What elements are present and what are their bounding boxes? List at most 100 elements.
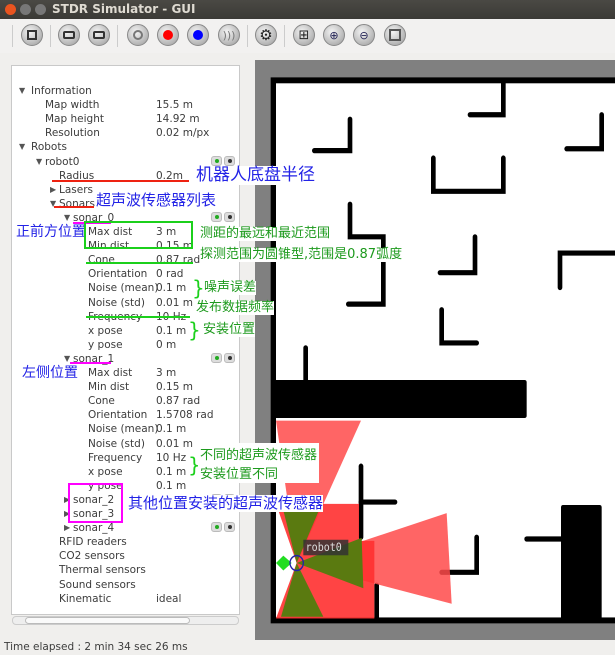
- tree-row-noise-mean-[interactable]: Noise (mean) 0.1 m: [12, 422, 240, 436]
- tree-label: Cone: [88, 395, 115, 408]
- expand-arrow-icon[interactable]: ▼: [19, 140, 25, 154]
- load-robot-icon[interactable]: [88, 24, 110, 46]
- tree-row-map-height[interactable]: Map height 14.92 m: [12, 112, 240, 126]
- tree-row-robots[interactable]: ▼ Robots: [12, 140, 240, 154]
- tree-label: Noise (std): [88, 296, 145, 309]
- tree-value: 0.1 m: [156, 479, 187, 492]
- add-rfid-icon[interactable]: [127, 24, 149, 46]
- fullscreen-icon[interactable]: [384, 24, 406, 46]
- expand-arrow-icon[interactable]: ▼: [36, 155, 42, 169]
- close-window-button[interactable]: [5, 4, 16, 15]
- annotation-diff-line1: 不同的超声波传感器: [200, 448, 318, 463]
- expand-arrow-icon[interactable]: ▶: [64, 521, 70, 535]
- tree-value: 0.1 m: [156, 282, 187, 295]
- properties-tree[interactable]: ▼ Information Map width 15.5 m Map height 14.…: [11, 65, 240, 615]
- tree-value: 0 m: [156, 338, 177, 351]
- robot-label: robot0: [306, 542, 342, 555]
- tree-label: RFID readers: [59, 536, 127, 549]
- tree-label: Map height: [45, 113, 104, 126]
- visibility-eye-icon[interactable]: [211, 522, 222, 533]
- expand-arrow-icon[interactable]: ▼: [50, 197, 56, 211]
- minimize-window-button[interactable]: [20, 4, 31, 15]
- tree-row-min-dist[interactable]: Min dist 0.15 m: [12, 380, 240, 394]
- tree-label: Map width: [45, 99, 100, 112]
- tree-label: Orientation: [88, 409, 148, 422]
- visualize-eye-icon[interactable]: [224, 352, 235, 363]
- status-bar: Time elapsed : 2 min 34 sec 26 ms: [4, 641, 188, 653]
- tree-label: Robots: [31, 141, 67, 154]
- map-view[interactable]: robot0: [255, 60, 615, 640]
- visibility-eye-icon[interactable]: [211, 352, 222, 363]
- expand-arrow-icon[interactable]: ▶: [50, 183, 56, 197]
- tree-value: 3 m: [156, 367, 177, 379]
- visibility-eye-icon[interactable]: [211, 155, 222, 166]
- expand-arrow-icon[interactable]: ▼: [19, 84, 25, 98]
- visualize-eye-icon[interactable]: [224, 211, 235, 222]
- annotation-frequency: 发布数据频率: [196, 300, 275, 316]
- visualize-eye-icon[interactable]: [224, 155, 235, 166]
- grid-icon[interactable]: ⊞: [293, 24, 315, 46]
- tree-row-sound-sensors[interactable]: Sound sensors: [12, 578, 240, 592]
- tree-label: Sound sensors: [59, 578, 136, 591]
- tree-label: Frequency: [88, 451, 143, 464]
- window-title: STDR Simulator - GUI: [52, 2, 196, 16]
- tree-row-y-pose[interactable]: y pose 0 m: [12, 338, 240, 352]
- annotation-noise: 噪声误差: [204, 280, 257, 296]
- tree-label: Lasers: [59, 183, 94, 196]
- tree-label: x pose: [88, 465, 123, 478]
- tree-row-sonar-1[interactable]: ▼ sonar_1: [12, 352, 240, 366]
- tree-label: Noise (std): [88, 437, 145, 450]
- visualize-eye-icon[interactable]: [224, 522, 235, 533]
- tree-row-kinematic[interactable]: Kinematic ideal: [12, 592, 240, 606]
- sonars-underline: [54, 206, 94, 208]
- tree-label: Min dist: [88, 381, 130, 394]
- visibility-toggles: [211, 522, 237, 536]
- add-thermal-blue-icon[interactable]: [187, 24, 209, 46]
- horizontal-scrollbar[interactable]: [12, 616, 239, 625]
- zoom-out-icon[interactable]: ⊖: [353, 24, 375, 46]
- tree-value: 15.5 m: [156, 99, 193, 112]
- maximize-window-button[interactable]: [35, 4, 46, 15]
- tree-row-resolution[interactable]: Resolution 0.02 m/px: [12, 126, 240, 140]
- tree-label: CO2 sensors: [59, 550, 125, 563]
- tree-label: Orientation: [88, 268, 148, 281]
- tree-value: 0 rad: [156, 268, 184, 281]
- tree-row-map-width[interactable]: Map width 15.5 m: [12, 98, 240, 112]
- annotation-range: 测距的最远和最近范围: [200, 226, 331, 242]
- add-robot-icon[interactable]: [58, 24, 80, 46]
- tree-value: ideal: [156, 592, 182, 605]
- tree-label: sonar_4: [73, 522, 115, 535]
- tree-value: 0.1 m: [156, 324, 187, 337]
- visibility-eye-icon[interactable]: [211, 211, 222, 222]
- tree-row-rfid-readers[interactable]: RFID readers: [12, 535, 240, 549]
- annotation-front: 正前方位置: [16, 224, 86, 241]
- settings-gear-icon[interactable]: ⚙: [255, 24, 277, 46]
- annotation-diff: 不同的超声波传感器 安装位置不同: [198, 443, 320, 483]
- frequency-underline: [86, 316, 190, 318]
- add-co2-red-icon[interactable]: [157, 24, 179, 46]
- pose-brace: }: [188, 318, 201, 342]
- add-sound-icon[interactable]: ))): [218, 24, 240, 46]
- expand-arrow-icon[interactable]: ▼: [64, 211, 70, 225]
- tree-row-thermal-sensors[interactable]: Thermal sensors: [12, 563, 240, 577]
- annotation-others: 其他位置安装的超声波传感器: [128, 494, 324, 512]
- tree-label: Noise (mean): [88, 423, 159, 436]
- tree-value: 0.01 m: [156, 296, 193, 309]
- tree-row-sonar-4[interactable]: ▶ sonar_4: [12, 521, 240, 535]
- wall-block: [273, 379, 527, 419]
- tree-row-co2-sensors[interactable]: CO2 sensors: [12, 549, 240, 563]
- tree-value: 0.1 m: [156, 423, 187, 436]
- tree-value: 0.01 m: [156, 437, 193, 450]
- tree-row-information[interactable]: ▼ Information: [12, 84, 240, 98]
- tree-row-cone[interactable]: Cone 0.87 rad: [12, 394, 240, 408]
- annotation-pose: 安装位置: [203, 322, 256, 338]
- noise-brace: }: [192, 276, 205, 300]
- tree-label: Noise (mean): [88, 282, 159, 295]
- toolbar: ))) ⚙ ⊞ ⊕ ⊖: [0, 19, 615, 53]
- load-map-icon[interactable]: [21, 24, 43, 46]
- sonar1-underline: [70, 362, 111, 364]
- tree-value: 0.15 m: [156, 381, 193, 394]
- zoom-in-icon[interactable]: ⊕: [323, 24, 345, 46]
- tree-row-orientation[interactable]: Orientation 1.5708 rad: [12, 408, 240, 422]
- tree-label: x pose: [88, 324, 123, 337]
